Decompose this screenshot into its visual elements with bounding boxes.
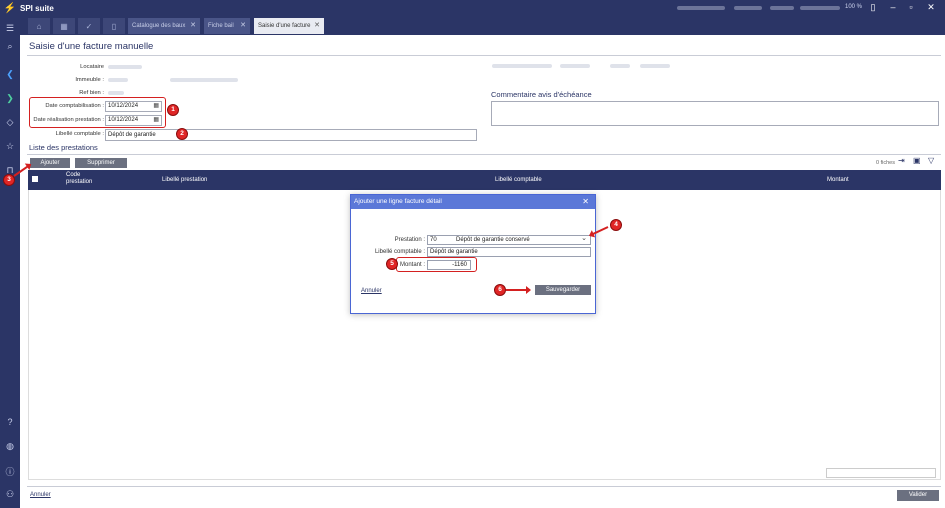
add-button[interactable]: Ajouter xyxy=(30,158,70,168)
tab-catalogue-baux[interactable]: Catalogue des baux ✕ xyxy=(128,18,200,34)
table-header: Code prestation Libellé prestation Libel… xyxy=(28,170,941,190)
close-icon[interactable]: ✕ xyxy=(582,197,589,206)
blurred-info xyxy=(610,64,630,68)
export-icon[interactable]: ⇥ xyxy=(898,156,905,165)
divider xyxy=(27,154,941,155)
column-header-libelle-comptable[interactable]: Libellé comptable xyxy=(495,177,542,183)
file-tab-icon[interactable]: ▯ xyxy=(103,18,125,34)
tab-label: Saisie d'une facture xyxy=(258,23,311,29)
divider xyxy=(27,486,941,487)
minimize-icon[interactable]: – xyxy=(886,2,900,12)
column-header-libelle-prestation[interactable]: Libellé prestation xyxy=(162,177,207,183)
dialog-cancel-link[interactable]: Annuler xyxy=(361,288,382,294)
calendar-tab-icon[interactable]: ▦ xyxy=(53,18,75,34)
bulb-icon[interactable]: ◍ xyxy=(0,441,20,452)
menu-icon[interactable]: ☰ xyxy=(0,23,20,34)
forward-arrow-icon[interactable]: ❯ xyxy=(0,93,20,104)
libelle-input[interactable]: Dépôt de garantie xyxy=(105,129,477,141)
dialog-title: Ajouter une ligne facture détail xyxy=(351,195,595,209)
immeuble-label: Immeuble : xyxy=(75,77,104,83)
annotation-box xyxy=(29,97,166,128)
star-icon[interactable]: ☆ xyxy=(0,141,20,152)
dialog-libelle-label: Libellé comptable : xyxy=(374,249,425,255)
save-button[interactable]: Sauvegarder xyxy=(535,285,591,295)
prestation-select[interactable]: 70 Dépôt de garantie conservé ⌄ xyxy=(427,235,591,245)
prestations-title: Liste des prestations xyxy=(29,143,98,152)
refbien-value xyxy=(108,91,124,95)
annotation-marker: 5 xyxy=(386,258,398,270)
comment-textarea[interactable] xyxy=(491,101,939,126)
tab-close-icon[interactable]: ✕ xyxy=(314,21,320,29)
columns-icon[interactable]: ▣ xyxy=(913,156,921,165)
help-icon[interactable]: ? xyxy=(0,417,20,427)
search-icon[interactable]: ⌕ xyxy=(0,41,20,52)
tab-saisie-facture[interactable]: Saisie d'une facture ✕ xyxy=(254,18,324,34)
annotation-marker: 4 xyxy=(610,219,622,231)
prestation-label: Prestation : xyxy=(394,237,425,243)
app-name: SPI suite xyxy=(20,4,54,13)
annotation-box xyxy=(396,257,477,272)
code-icon[interactable]: ◇ xyxy=(0,117,20,128)
locataire-value xyxy=(108,65,142,69)
main-content: Saisie d'une facture manuelle Locataire … xyxy=(3,35,945,508)
cancel-link[interactable]: Annuler xyxy=(30,492,51,498)
column-header-montant[interactable]: Montant xyxy=(827,177,849,183)
zoom-slider[interactable] xyxy=(800,6,840,10)
tab-label: Fiche bail xyxy=(208,23,234,29)
libelle-label: Libellé comptable : xyxy=(55,131,104,137)
tab-label: Catalogue des baux xyxy=(132,23,186,29)
annotation-marker: 1 xyxy=(167,104,179,116)
blurred-user-info xyxy=(734,6,762,10)
validate-button[interactable]: Valider xyxy=(897,490,939,501)
maximize-icon[interactable]: ▫ xyxy=(904,2,918,12)
tab-fiche-bail[interactable]: Fiche bail ✕ xyxy=(204,18,250,34)
close-icon[interactable]: ✕ xyxy=(924,2,938,13)
locataire-label: Locataire xyxy=(80,64,104,70)
comment-title: Commentaire avis d'échéance xyxy=(491,90,592,99)
delete-button[interactable]: Supprimer xyxy=(75,158,127,168)
refbien-label: Ref bien : xyxy=(79,90,104,96)
annotation-marker: 6 xyxy=(494,284,506,296)
zoom-level: 100 % xyxy=(845,4,863,10)
page-title: Saisie d'une facture manuelle xyxy=(29,41,154,52)
immeuble-value xyxy=(170,78,238,82)
select-all-checkbox[interactable] xyxy=(32,176,38,182)
check-tab-icon[interactable]: ✓ xyxy=(78,18,100,34)
prestation-desc: Dépôt de garantie conservé xyxy=(456,237,530,243)
blurred-info xyxy=(560,64,590,68)
prestation-code: 70 xyxy=(430,237,437,243)
filter-icon[interactable]: ▽ xyxy=(928,156,934,165)
blurred-user-info xyxy=(770,6,794,10)
blurred-user-info xyxy=(677,6,725,10)
add-line-dialog: Ajouter une ligne facture détail ✕ Prest… xyxy=(350,194,596,314)
column-header-code[interactable]: Code prestation xyxy=(66,172,106,186)
info-icon[interactable]: ⓘ xyxy=(0,465,20,478)
user-icon[interactable]: ⚇ xyxy=(0,489,20,500)
tab-close-icon[interactable]: ✕ xyxy=(190,21,196,29)
record-count: 0 fiches xyxy=(876,160,895,166)
title-bar: ⚡ SPI suite 100 % ▯ – ▫ ✕ xyxy=(0,0,945,17)
immeuble-value xyxy=(108,78,128,82)
tab-close-icon[interactable]: ✕ xyxy=(240,21,246,29)
total-field xyxy=(826,468,936,478)
document-icon[interactable]: ▯ xyxy=(866,2,880,13)
home-icon[interactable]: ⌂ xyxy=(28,18,50,34)
dialog-libelle-input[interactable]: Dépôt de garantie xyxy=(427,247,591,257)
tabs-bar: ⌂ ▦ ✓ ▯ Catalogue des baux ✕ Fiche bail … xyxy=(20,17,945,35)
blurred-info xyxy=(640,64,670,68)
app-logo-icon: ⚡ xyxy=(3,3,17,14)
chevron-down-icon[interactable]: ⌄ xyxy=(581,235,587,243)
blurred-info xyxy=(492,64,552,68)
back-arrow-icon[interactable]: ❮ xyxy=(0,69,20,80)
annotation-marker: 2 xyxy=(176,128,188,140)
annotation-arrow xyxy=(506,286,531,294)
left-nav-rail: ☰ ⌕ ❮ ❯ ◇ ☆ ⊓ ? ◍ ⓘ ⚇ xyxy=(0,17,20,508)
divider xyxy=(27,55,941,56)
